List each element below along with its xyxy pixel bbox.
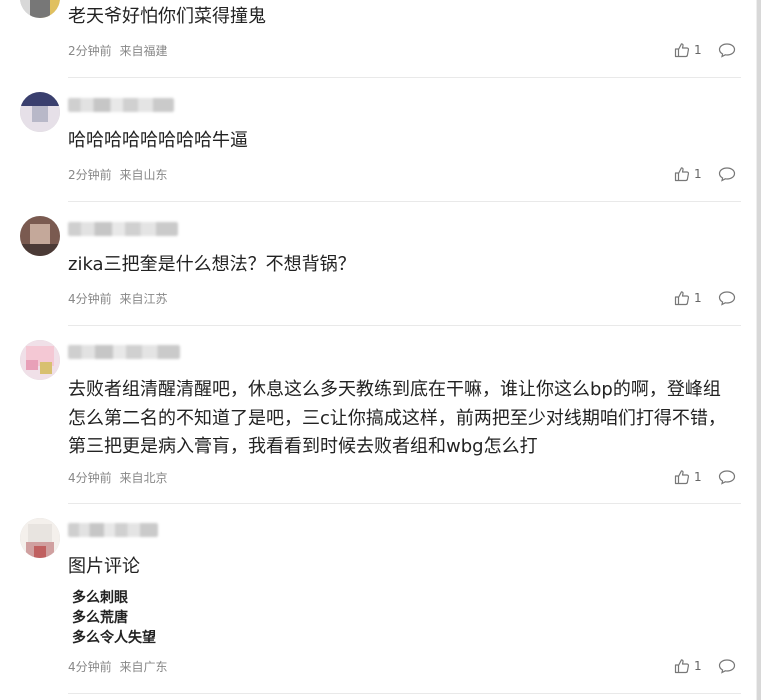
like-count: 1 [694,470,702,484]
thumbs-up-icon[interactable] [674,166,690,182]
comment-text: 哈哈哈哈哈哈哈哈牛逼 [68,130,248,151]
thumbs-up-icon[interactable] [674,658,690,674]
image-text-line: 多么刺眼 [72,590,128,606]
comment-meta: 4分钟前 来自广东 [68,658,171,675]
comment-divider [68,693,741,694]
comment-bubble-icon[interactable] [718,166,736,182]
comment-actions: 1 [674,290,736,308]
thumbs-up-icon[interactable] [674,290,690,306]
scrollbar[interactable] [757,0,761,700]
comment-bubble-icon[interactable] [718,469,736,485]
username-blurred[interactable] [68,523,158,537]
username-blurred[interactable] [68,98,174,112]
comment-actions: 1 [674,658,736,676]
comment-meta: 2分钟前 来自福建 [68,42,171,59]
comment-actions: 1 [674,469,736,487]
thumbs-up-icon[interactable] [674,469,690,485]
comment-divider [68,325,741,326]
comment-divider [68,201,741,202]
avatar[interactable] [20,216,60,256]
comment-location: 来自福建 [119,44,168,58]
image-comment-text: 多么刺眼 多么荒唐 多么令人失望 [72,588,156,648]
comment-location: 来自江苏 [119,292,168,306]
comment-location: 来自山东 [119,168,168,182]
comment-bubble-icon[interactable] [718,658,736,674]
avatar[interactable] [20,0,60,18]
comment-bubble-icon[interactable] [718,42,736,58]
comment-text: 去败者组清醒清醒吧，休息这么多天教练到底在干嘛，谁让你这么bp的啊，登峰组怎么第… [68,379,726,457]
like-count: 1 [694,43,702,57]
image-text-line: 多么令人失望 [72,630,156,646]
like-count: 1 [694,659,702,673]
comment-meta: 4分钟前 来自江苏 [68,290,171,307]
comment-time: 2分钟前 [68,44,112,58]
avatar[interactable] [20,340,60,380]
comment-time: 2分钟前 [68,168,112,182]
comment-time: 4分钟前 [68,471,112,485]
comment-meta: 2分钟前 来自山东 [68,166,171,183]
comment-divider [68,503,741,504]
username-blurred[interactable] [68,345,180,359]
comment-meta: 4分钟前 来自北京 [68,469,171,486]
comment-location: 来自广东 [119,660,168,674]
comment-text: 老天爷好怕你们菜得撞鬼 [68,6,266,27]
thumbs-up-icon[interactable] [674,42,690,58]
comment-time: 4分钟前 [68,660,112,674]
avatar[interactable] [20,92,60,132]
comment-text: zika三把奎是什么想法？不想背锅？ [68,254,356,275]
comment-bubble-icon[interactable] [718,290,736,306]
comment-divider [68,77,741,78]
comment-location: 来自北京 [119,471,168,485]
image-text-line: 多么荒唐 [72,610,128,626]
comment-text: 图片评论 [68,556,140,577]
avatar[interactable] [20,518,60,558]
like-count: 1 [694,291,702,305]
comment-actions: 1 [674,42,736,60]
like-count: 1 [694,167,702,181]
username-blurred[interactable] [68,222,178,236]
comment-time: 4分钟前 [68,292,112,306]
comment-actions: 1 [674,166,736,184]
